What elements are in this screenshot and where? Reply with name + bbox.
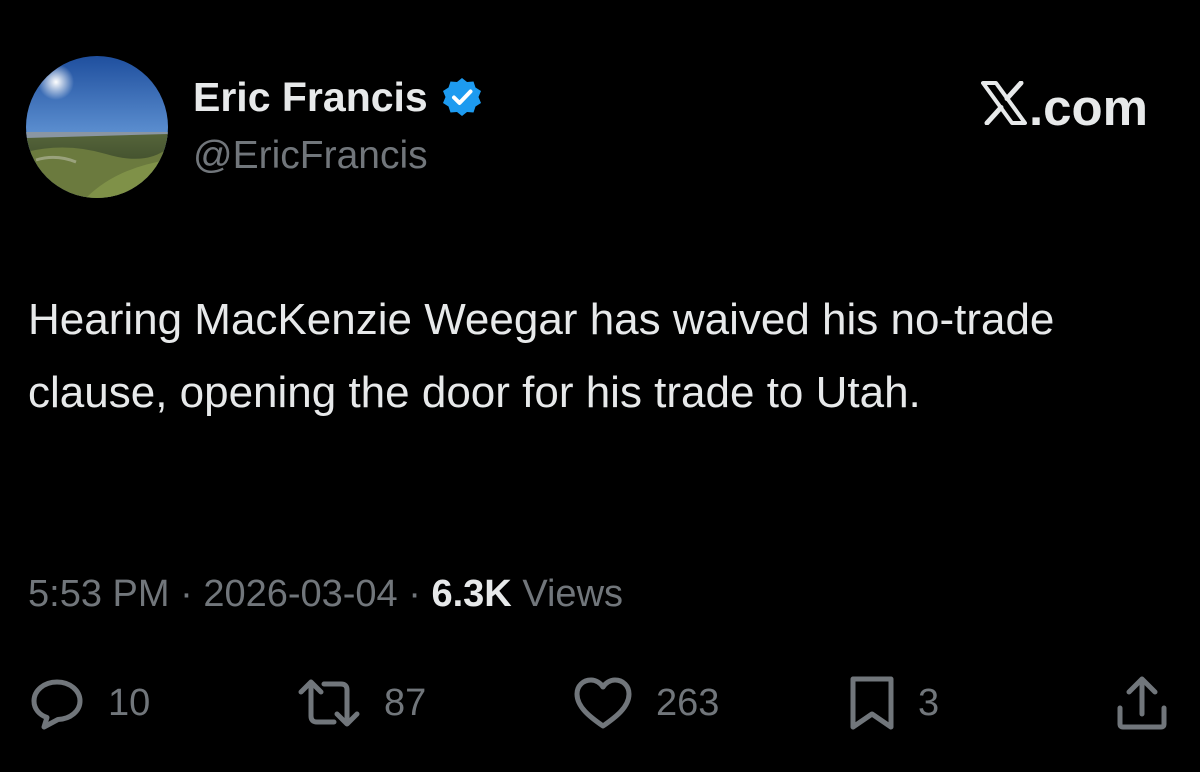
reply-count: 10 bbox=[108, 681, 151, 724]
author-name[interactable]: Eric Francis bbox=[193, 74, 484, 121]
share-button[interactable] bbox=[1114, 668, 1170, 738]
bookmark-icon bbox=[848, 674, 896, 732]
tweet-card: Eric Francis @EricFrancis .com Hearing M… bbox=[0, 0, 1200, 772]
repost-count: 87 bbox=[384, 681, 427, 724]
bookmark-count: 3 bbox=[918, 681, 940, 724]
verified-badge-icon bbox=[440, 76, 484, 120]
x-com-brand: .com bbox=[980, 78, 1148, 137]
views-label: Views bbox=[522, 573, 624, 615]
avatar-image bbox=[26, 56, 168, 198]
tweet-date[interactable]: 2026-03-04 bbox=[203, 573, 397, 615]
avatar[interactable] bbox=[26, 56, 168, 198]
author-name-text[interactable]: Eric Francis bbox=[193, 74, 428, 121]
views-count: 6.3K bbox=[431, 573, 512, 615]
tweet-time[interactable]: 5:53 PM bbox=[28, 573, 170, 615]
share-icon bbox=[1114, 674, 1170, 732]
x-logo-icon bbox=[980, 78, 1029, 137]
like-button[interactable]: 263 bbox=[572, 668, 719, 738]
brand-label: .com bbox=[1028, 79, 1148, 136]
tweet-meta: 5:53 PM · 2026-03-04 · 6.3K Views bbox=[28, 573, 623, 616]
meta-separator: · bbox=[180, 573, 204, 615]
repost-button[interactable]: 87 bbox=[296, 668, 426, 738]
like-count: 263 bbox=[656, 681, 720, 724]
repost-icon bbox=[296, 674, 362, 732]
reply-button[interactable]: 10 bbox=[28, 668, 150, 738]
meta-separator: · bbox=[408, 573, 432, 615]
action-bar: 10 87 263 3 bbox=[0, 668, 1200, 738]
heart-icon bbox=[572, 674, 634, 732]
reply-icon bbox=[28, 674, 86, 732]
bookmark-button[interactable]: 3 bbox=[848, 668, 939, 738]
author-handle[interactable]: @EricFrancis bbox=[193, 134, 428, 178]
tweet-text: Hearing MacKenzie Weegar has waived his … bbox=[28, 295, 1055, 417]
